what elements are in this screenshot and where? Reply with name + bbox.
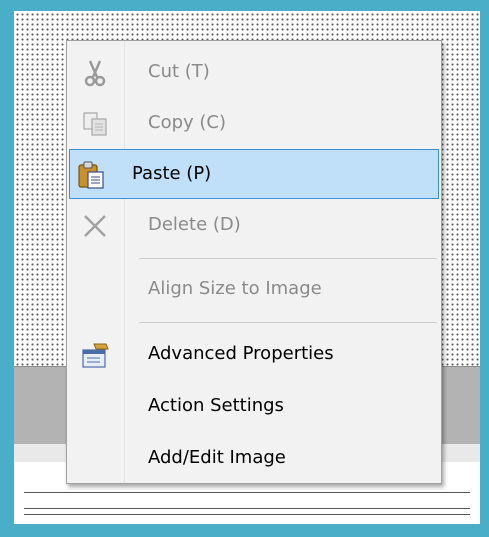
menu-item-label: Action Settings <box>148 395 284 416</box>
menu-separator <box>139 258 437 259</box>
menu-separator <box>139 322 437 323</box>
menu-item-paste[interactable]: Paste (P) <box>69 149 439 199</box>
properties-icon <box>80 340 110 370</box>
menu-item-label: Align Size to Image <box>148 278 322 299</box>
menu-item-align-size[interactable]: Align Size to Image <box>69 264 439 314</box>
menu-item-add-edit-image[interactable]: Add/Edit Image <box>69 433 439 483</box>
menu-item-cut[interactable]: Cut (T) <box>69 47 439 97</box>
menu-item-action-settings[interactable]: Action Settings <box>69 381 439 431</box>
divider <box>24 492 470 493</box>
copy-icon <box>80 109 110 139</box>
context-menu: Cut (T) Copy (C) Paste (P) Delete (D) Al… <box>66 40 442 484</box>
menu-item-label: Paste (P) <box>132 163 212 184</box>
menu-item-label: Delete (D) <box>148 214 241 235</box>
divider <box>24 514 470 515</box>
menu-item-copy[interactable]: Copy (C) <box>69 98 439 148</box>
menu-item-label: Copy (C) <box>148 112 226 133</box>
divider <box>24 508 470 509</box>
menu-item-label: Cut (T) <box>148 61 210 82</box>
menu-item-advanced-properties[interactable]: Advanced Properties <box>69 329 439 379</box>
menu-item-delete[interactable]: Delete (D) <box>69 200 439 250</box>
menu-item-label: Add/Edit Image <box>148 447 286 468</box>
paste-icon <box>76 160 106 190</box>
scissors-icon <box>80 58 110 88</box>
delete-x-icon <box>80 211 110 241</box>
menu-item-label: Advanced Properties <box>148 343 334 364</box>
